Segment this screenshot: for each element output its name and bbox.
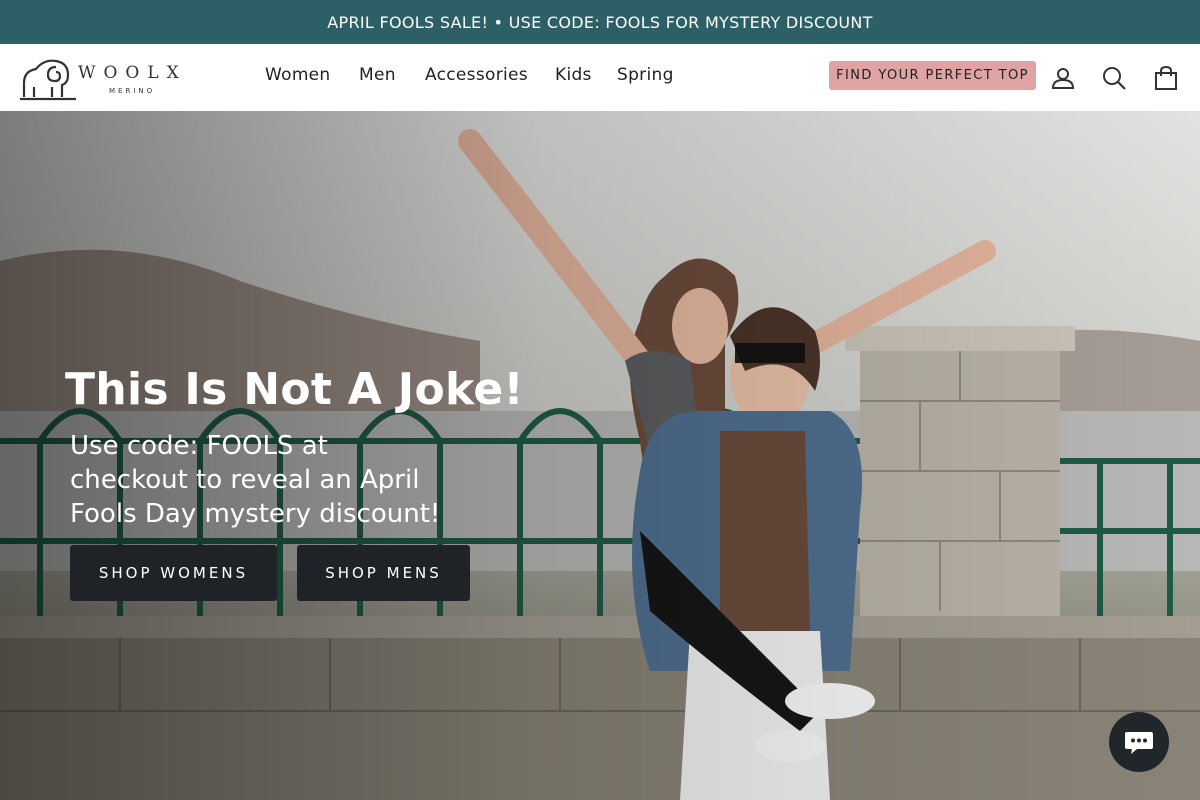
chat-widget-button[interactable] (1109, 712, 1169, 772)
account-icon[interactable] (1049, 64, 1077, 92)
shop-mens-button[interactable]: SHOP MENS (297, 545, 470, 601)
nav-men[interactable]: Men (359, 65, 396, 85)
find-your-perfect-top-button[interactable]: FIND YOUR PERFECT TOP (829, 61, 1036, 90)
announcement-text: APRIL FOOLS SALE! • USE CODE: FOOLS FOR … (327, 12, 873, 32)
search-icon[interactable] (1100, 64, 1128, 92)
cart-icon[interactable] (1152, 64, 1180, 92)
shop-mens-label: SHOP MENS (325, 564, 442, 582)
shop-womens-button[interactable]: SHOP WOMENS (70, 545, 277, 601)
hero-banner: This Is Not A Joke! Use code: FOOLS at c… (0, 111, 1200, 800)
hero-title: This Is Not A Joke! (65, 364, 524, 415)
shop-womens-label: SHOP WOMENS (98, 564, 249, 582)
quiz-button-label: FIND YOUR PERFECT TOP (836, 68, 1029, 83)
nav-kids[interactable]: Kids (555, 65, 592, 85)
logo[interactable]: WOOLX MERINO (18, 53, 198, 103)
logo-subtitle: MERINO (109, 87, 156, 95)
nav-accessories[interactable]: Accessories (425, 65, 528, 85)
nav-women[interactable]: Women (265, 65, 331, 85)
logo-wordmark: WOOLX (78, 63, 187, 83)
nav-spring[interactable]: Spring (617, 65, 674, 85)
chat-icon (1125, 732, 1153, 754)
ram-logo-icon (20, 59, 76, 101)
announcement-bar[interactable]: APRIL FOOLS SALE! • USE CODE: FOOLS FOR … (0, 0, 1200, 44)
site-header: WOOLX MERINO Women Men Accessories Kids … (0, 44, 1200, 111)
hero-subtitle: Use code: FOOLS at checkout to reveal an… (70, 431, 441, 529)
